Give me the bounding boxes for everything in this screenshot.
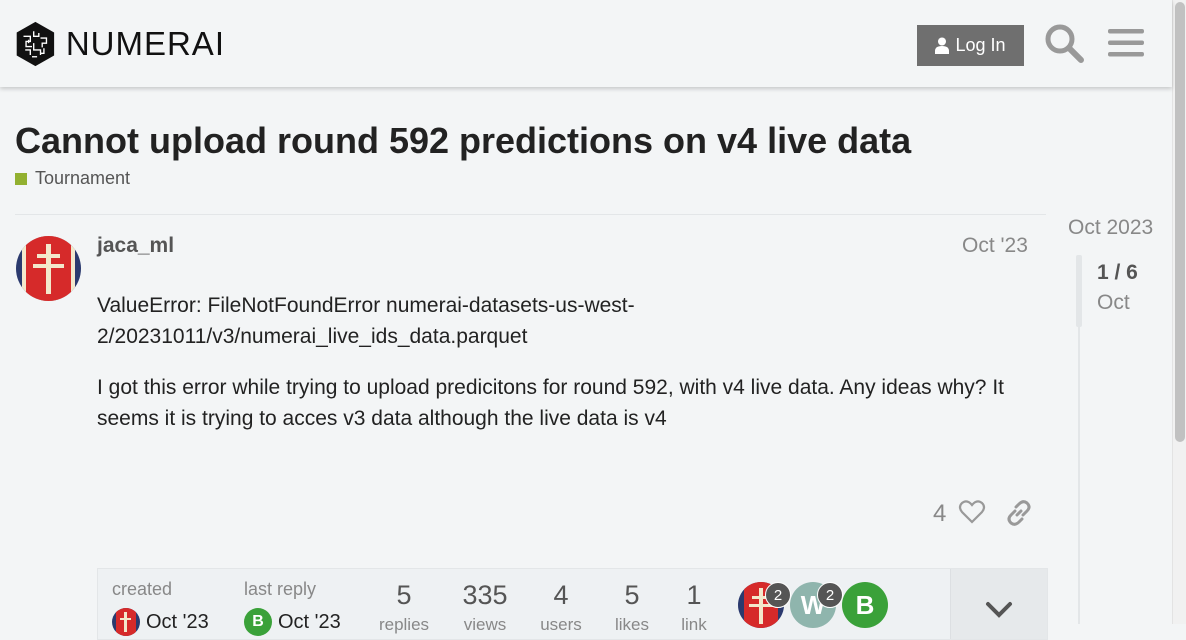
search-button[interactable] xyxy=(1042,21,1086,65)
link-icon[interactable] xyxy=(1004,498,1034,528)
created-label: created xyxy=(112,579,173,599)
cross-crest-avatar-icon xyxy=(16,236,81,301)
last-reply-label: last reply xyxy=(244,579,317,599)
hamburger-menu-button[interactable] xyxy=(1104,21,1148,65)
post-paragraph-error: ValueError: FileNotFoundError numerai-da… xyxy=(97,294,635,348)
page-scrollbar[interactable] xyxy=(1172,0,1186,624)
stat-views-label: views xyxy=(463,615,507,634)
participant-post-count: 2 xyxy=(817,582,843,608)
stat-replies-label: replies xyxy=(378,615,430,634)
participant-post-count: 2 xyxy=(765,582,791,608)
last-reply-avatar-letter: B xyxy=(252,613,264,630)
participant-avatar-b[interactable]: B xyxy=(842,582,888,628)
numerai-logo-icon xyxy=(16,21,55,67)
category-label: Tournament xyxy=(35,168,131,188)
like-count[interactable]: 4 xyxy=(933,500,946,528)
created-date[interactable]: Oct '23 xyxy=(112,608,209,636)
login-button[interactable]: Log In xyxy=(917,25,1024,66)
topic-title[interactable]: Cannot upload round 592 predictions on v… xyxy=(15,120,911,162)
timeline-position: 1 / 6 xyxy=(1097,261,1138,284)
post-paragraph-question: I got this error while trying to upload … xyxy=(97,376,1004,430)
login-label: Log In xyxy=(955,35,1006,55)
stat-users-label: users xyxy=(540,615,582,634)
creator-mini-avatar xyxy=(112,608,140,636)
cross-crest-avatar-icon xyxy=(112,608,140,636)
post-username[interactable]: jaca_ml xyxy=(97,234,174,258)
post-body: ValueError: FileNotFoundError numerai-da… xyxy=(97,290,1032,454)
user-icon xyxy=(935,37,950,54)
last-reply-mini-avatar: B xyxy=(244,608,272,636)
stat-replies: 5 replies xyxy=(369,580,439,635)
topic-map-expand-button[interactable] xyxy=(950,569,1047,639)
stat-likes-num: 5 xyxy=(624,580,640,610)
last-reply-date-text: Oct '23 xyxy=(278,610,341,633)
logo-wordmark: NUMERAI xyxy=(65,25,225,62)
category-color-swatch xyxy=(15,172,27,185)
participant-b-letter: B xyxy=(855,589,875,620)
stat-views: 335 views xyxy=(450,580,520,635)
stat-likes-label: likes xyxy=(614,615,649,634)
stat-links: 1 link xyxy=(659,580,729,635)
stat-views-num: 335 xyxy=(462,580,508,610)
timeline-start-date[interactable]: Oct 2023 xyxy=(1068,216,1153,240)
post-author-avatar[interactable] xyxy=(16,236,81,301)
hamburger-menu-icon xyxy=(1108,29,1144,57)
chevron-down-icon xyxy=(986,602,1012,618)
stat-links-num: 1 xyxy=(686,580,702,610)
created-date-text: Oct '23 xyxy=(146,610,209,633)
stat-users-num: 4 xyxy=(553,580,569,610)
last-reply-date[interactable]: B Oct '23 xyxy=(244,608,341,636)
heart-icon[interactable] xyxy=(958,498,986,526)
timeline-current-date: Oct xyxy=(1097,291,1130,314)
scrollbar-thumb[interactable] xyxy=(1175,2,1185,442)
stat-likes: 5 likes xyxy=(597,580,667,635)
title-divider xyxy=(15,214,1046,215)
site-header: NUMERAI Log In xyxy=(0,0,1172,87)
timeline-handle[interactable] xyxy=(1076,255,1082,327)
post-date[interactable]: Oct '23 xyxy=(962,234,1028,258)
site-logo[interactable]: NUMERAI xyxy=(15,17,225,71)
stat-links-label: link xyxy=(681,615,707,634)
category-link[interactable]: Tournament xyxy=(15,168,130,189)
search-icon xyxy=(1045,24,1084,63)
stat-users: 4 users xyxy=(526,580,596,635)
stat-replies-num: 5 xyxy=(396,580,412,610)
